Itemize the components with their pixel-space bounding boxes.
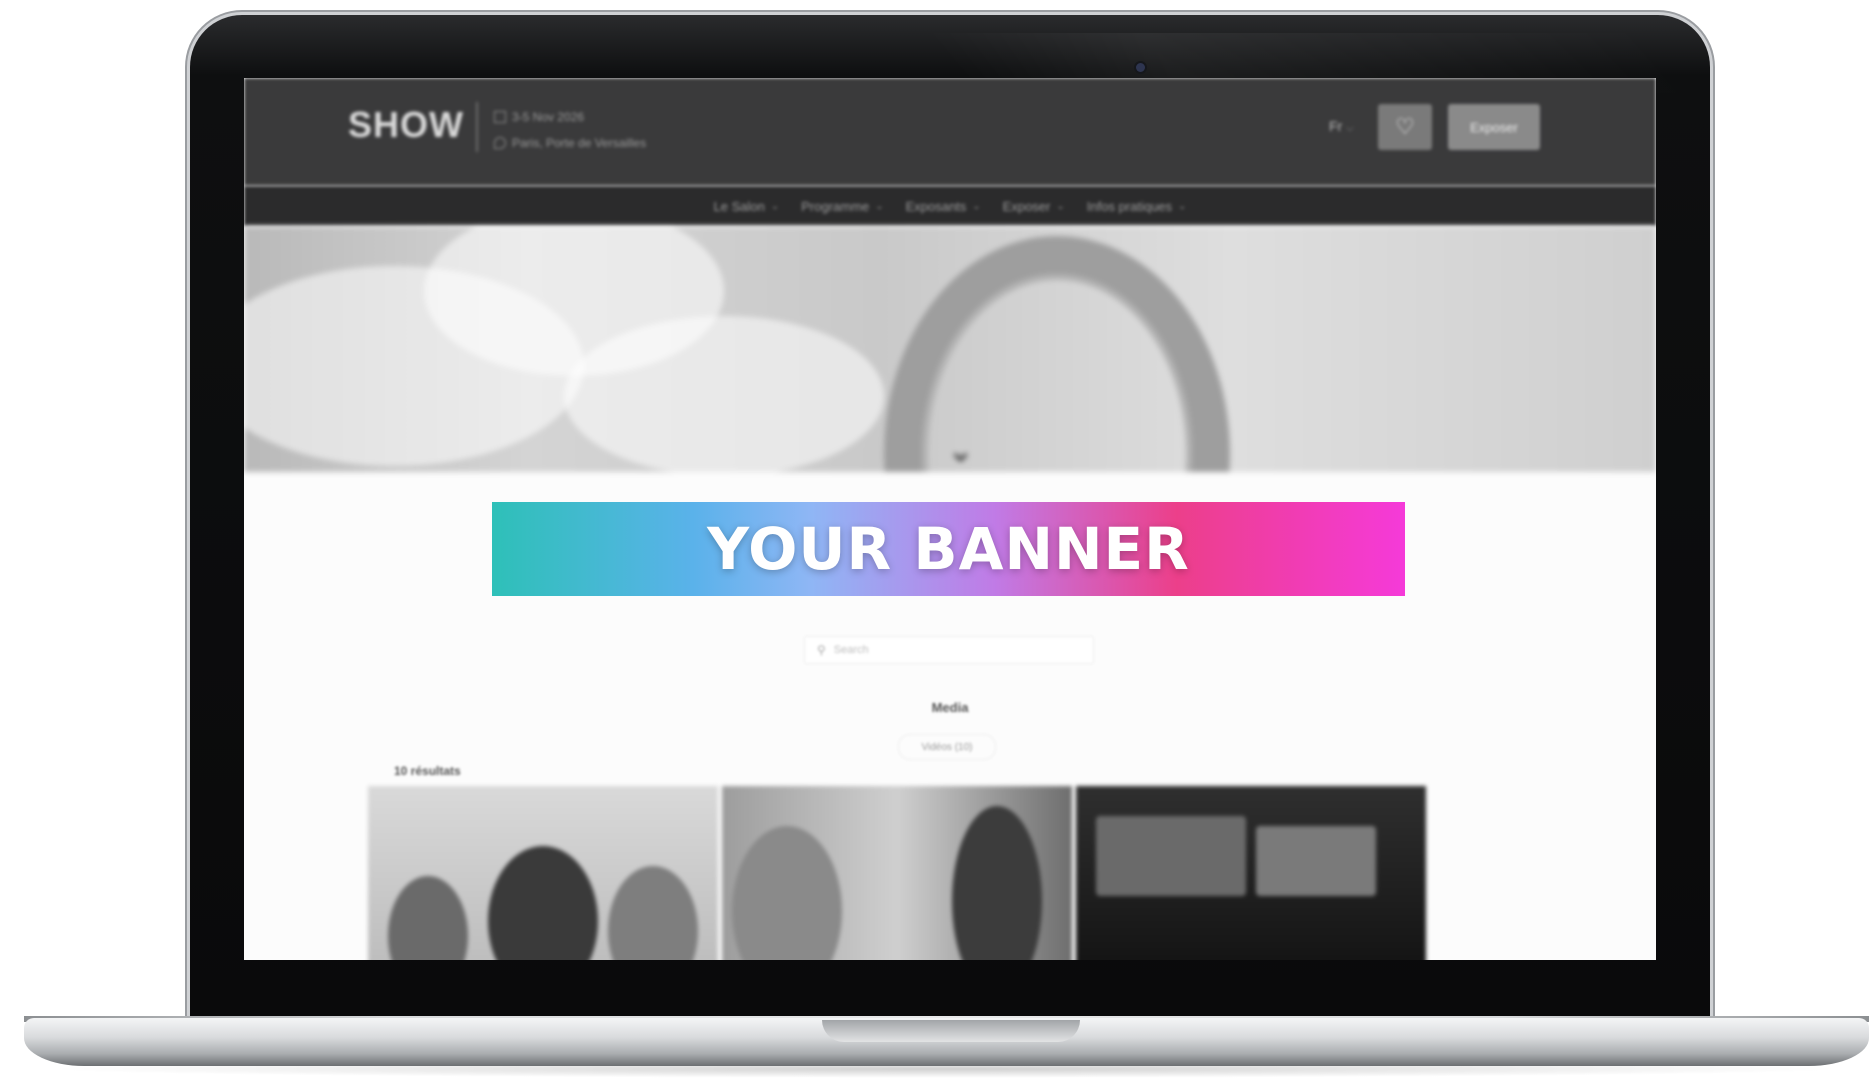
- language-selector[interactable]: Fr ⌵: [1329, 118, 1354, 134]
- chevron-down-icon: ⌄: [972, 200, 981, 212]
- card-photo-screen: [1256, 826, 1376, 896]
- site-header: SHOW 3-5 Nov 2026 Paris, Porte de Versai…: [244, 78, 1656, 186]
- filter-title: Media: [931, 700, 969, 715]
- nav-label: Infos pratiques: [1086, 198, 1173, 214]
- cloud-shape: [564, 316, 884, 472]
- location-pin-icon: [494, 137, 506, 149]
- media-card[interactable]: [1076, 786, 1426, 960]
- event-date: 3-5 Nov 2026: [512, 110, 585, 124]
- media-card[interactable]: [368, 786, 718, 960]
- card-photo-figure: [488, 846, 598, 960]
- chevron-down-icon[interactable]: ⌄: [948, 434, 973, 469]
- site-logo[interactable]: SHOW: [348, 104, 464, 146]
- banner-text: YOUR BANNER: [707, 515, 1190, 583]
- filter-chip[interactable]: Vidéos (10): [898, 734, 996, 760]
- heart-icon: ♡: [1395, 114, 1415, 139]
- main-nav: Le Salon ⌄ Programme ⌄ Exposants ⌄ Exposer ⌄…: [244, 186, 1656, 226]
- search-placeholder: Search: [833, 644, 869, 656]
- search-icon: ⚲: [817, 643, 826, 657]
- nav-label: Exposer: [1002, 198, 1051, 214]
- laptop-notch: [822, 1020, 1080, 1042]
- arch-ring: [884, 236, 1230, 472]
- chevron-down-icon: ⌄: [875, 200, 884, 212]
- card-photo-figure: [388, 876, 468, 960]
- media-card[interactable]: [722, 786, 1072, 960]
- search-input[interactable]: ⚲ Search: [804, 636, 1094, 664]
- nav-label: Programme: [801, 198, 870, 214]
- exhibit-button[interactable]: Exposer: [1448, 104, 1540, 150]
- chevron-down-icon: ⌄: [1056, 200, 1065, 212]
- webcam: [1136, 63, 1145, 72]
- nav-label: Le Salon: [713, 198, 765, 214]
- chevron-down-icon: ⌄: [770, 200, 780, 212]
- nav-item-exposants[interactable]: Exposants ⌄: [906, 199, 981, 214]
- nav-item-programme[interactable]: Programme ⌄: [801, 199, 883, 214]
- chevron-down-icon: ⌄: [1178, 200, 1187, 212]
- language-label: Fr: [1329, 118, 1343, 134]
- logo-divider: [476, 102, 478, 152]
- nav-item-exposer[interactable]: Exposer ⌄: [1003, 199, 1065, 214]
- promo-banner[interactable]: YOUR BANNER: [492, 502, 1405, 596]
- favorites-button[interactable]: ♡: [1378, 104, 1432, 150]
- nav-item-le-salon[interactable]: Le Salon ⌄: [714, 199, 780, 214]
- event-location: Paris, Porte de Versailles: [512, 136, 647, 150]
- results-label: 10 résultats: [394, 764, 461, 778]
- card-photo-figure: [952, 806, 1042, 960]
- event-meta: 3-5 Nov 2026 Paris, Porte de Versailles: [494, 104, 646, 156]
- laptop-screen: SHOW 3-5 Nov 2026 Paris, Porte de Versai…: [244, 78, 1656, 960]
- card-photo-screen: [1096, 816, 1246, 896]
- calendar-icon: [494, 111, 506, 123]
- nav-item-infos-pratiques[interactable]: Infos pratiques ⌄: [1087, 199, 1187, 214]
- chevron-down-icon: ⌵: [1346, 123, 1354, 134]
- nav-label: Exposants: [905, 198, 967, 214]
- hero-image: ⌄: [244, 226, 1656, 472]
- card-photo-figure: [608, 866, 698, 960]
- card-photo-figure: [732, 826, 842, 960]
